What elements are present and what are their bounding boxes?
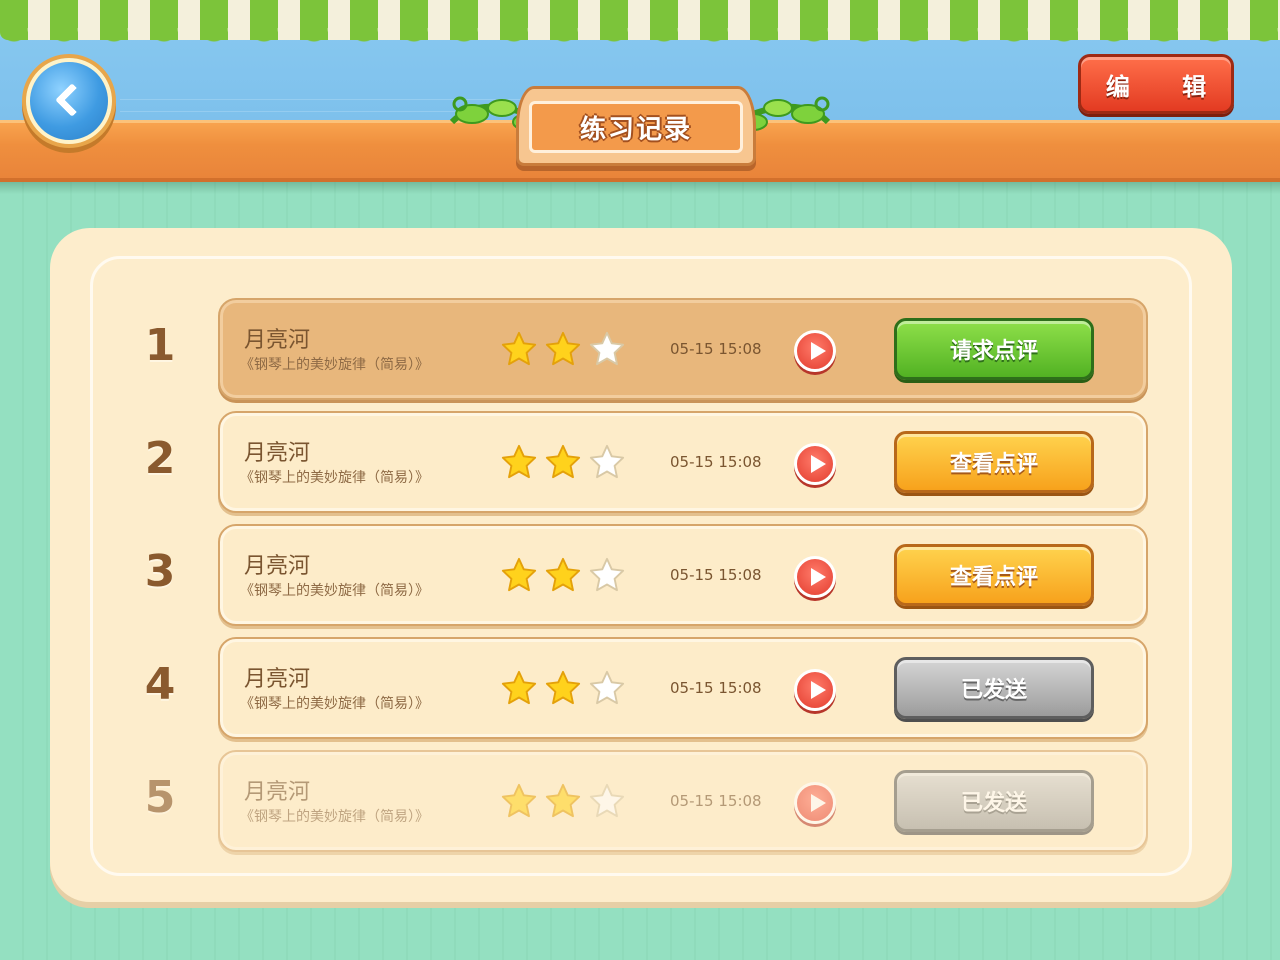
play-button[interactable] bbox=[794, 330, 836, 372]
record-row[interactable]: 月亮河《钢琴上的美妙旋律（简易）》 05-15 15:08 已发送 bbox=[218, 637, 1148, 739]
record-time: 05-15 15:08 bbox=[670, 340, 762, 358]
song-book: 《钢琴上的美妙旋律（简易）》 bbox=[240, 357, 429, 373]
header-shadow bbox=[0, 182, 1280, 194]
record-rank: 3 bbox=[144, 546, 176, 597]
star-empty-icon bbox=[589, 783, 625, 818]
song-book: 《钢琴上的美妙旋律（简易）》 bbox=[240, 583, 429, 599]
record-row[interactable]: 月亮河《钢琴上的美妙旋律（简易）》 05-15 15:08 查看点评 bbox=[218, 411, 1148, 513]
sent-button: 已发送 bbox=[894, 770, 1094, 832]
star-filled-icon bbox=[501, 783, 537, 818]
record-time: 05-15 15:08 bbox=[670, 679, 762, 697]
page-title: 练习记录 bbox=[529, 101, 743, 153]
play-icon bbox=[811, 455, 826, 473]
star-rating bbox=[500, 556, 626, 594]
edit-button[interactable]: 编 辑 bbox=[1078, 54, 1234, 114]
play-icon bbox=[811, 794, 826, 812]
sent-button: 已发送 bbox=[894, 657, 1094, 719]
record-rank: 5 bbox=[144, 772, 176, 823]
song-title: 月亮河 bbox=[244, 441, 311, 466]
record-rank: 4 bbox=[144, 659, 176, 710]
request-review-button[interactable]: 请求点评 bbox=[894, 318, 1094, 380]
title-sign: 练习记录 bbox=[516, 86, 756, 166]
star-empty-icon bbox=[589, 670, 625, 705]
star-rating bbox=[500, 669, 626, 707]
chevron-left-icon bbox=[55, 83, 89, 117]
play-button[interactable] bbox=[794, 782, 836, 824]
song-book: 《钢琴上的美妙旋律（简易）》 bbox=[240, 470, 429, 486]
song-title: 月亮河 bbox=[244, 780, 311, 805]
play-icon bbox=[811, 342, 826, 360]
back-button[interactable] bbox=[26, 58, 112, 144]
star-filled-icon bbox=[545, 783, 581, 818]
star-empty-icon bbox=[589, 331, 625, 366]
play-icon bbox=[811, 568, 826, 586]
star-filled-icon bbox=[545, 444, 581, 479]
song-book: 《钢琴上的美妙旋律（简易）》 bbox=[240, 696, 429, 712]
star-empty-icon bbox=[589, 444, 625, 479]
star-rating bbox=[500, 443, 626, 481]
song-title: 月亮河 bbox=[244, 667, 311, 692]
star-filled-icon bbox=[545, 557, 581, 592]
record-row[interactable]: 月亮河《钢琴上的美妙旋律（简易）》 05-15 15:08 已发送 bbox=[218, 750, 1148, 852]
star-filled-icon bbox=[501, 444, 537, 479]
record-time: 05-15 15:08 bbox=[670, 566, 762, 584]
record-row[interactable]: 月亮河《钢琴上的美妙旋律（简易）》 05-15 15:08 查看点评 bbox=[218, 524, 1148, 626]
star-filled-icon bbox=[501, 331, 537, 366]
record-rank: 2 bbox=[144, 433, 176, 484]
view-review-button[interactable]: 查看点评 bbox=[894, 544, 1094, 606]
awning-scallops bbox=[0, 28, 1280, 44]
record-rank: 1 bbox=[144, 320, 176, 371]
record-time: 05-15 15:08 bbox=[670, 792, 762, 810]
song-title: 月亮河 bbox=[244, 554, 311, 579]
star-filled-icon bbox=[545, 670, 581, 705]
play-button[interactable] bbox=[794, 443, 836, 485]
song-title: 月亮河 bbox=[244, 328, 311, 353]
star-filled-icon bbox=[501, 557, 537, 592]
record-time: 05-15 15:08 bbox=[670, 453, 762, 471]
star-filled-icon bbox=[501, 670, 537, 705]
view-review-button[interactable]: 查看点评 bbox=[894, 431, 1094, 493]
star-rating bbox=[500, 782, 626, 820]
play-button[interactable] bbox=[794, 669, 836, 711]
song-book: 《钢琴上的美妙旋律（简易）》 bbox=[240, 809, 429, 825]
star-rating bbox=[500, 330, 626, 368]
star-filled-icon bbox=[545, 331, 581, 366]
star-empty-icon bbox=[589, 557, 625, 592]
record-row[interactable]: 月亮河《钢琴上的美妙旋律（简易）》 05-15 15:08 请求点评 bbox=[218, 298, 1148, 400]
play-button[interactable] bbox=[794, 556, 836, 598]
play-icon bbox=[811, 681, 826, 699]
